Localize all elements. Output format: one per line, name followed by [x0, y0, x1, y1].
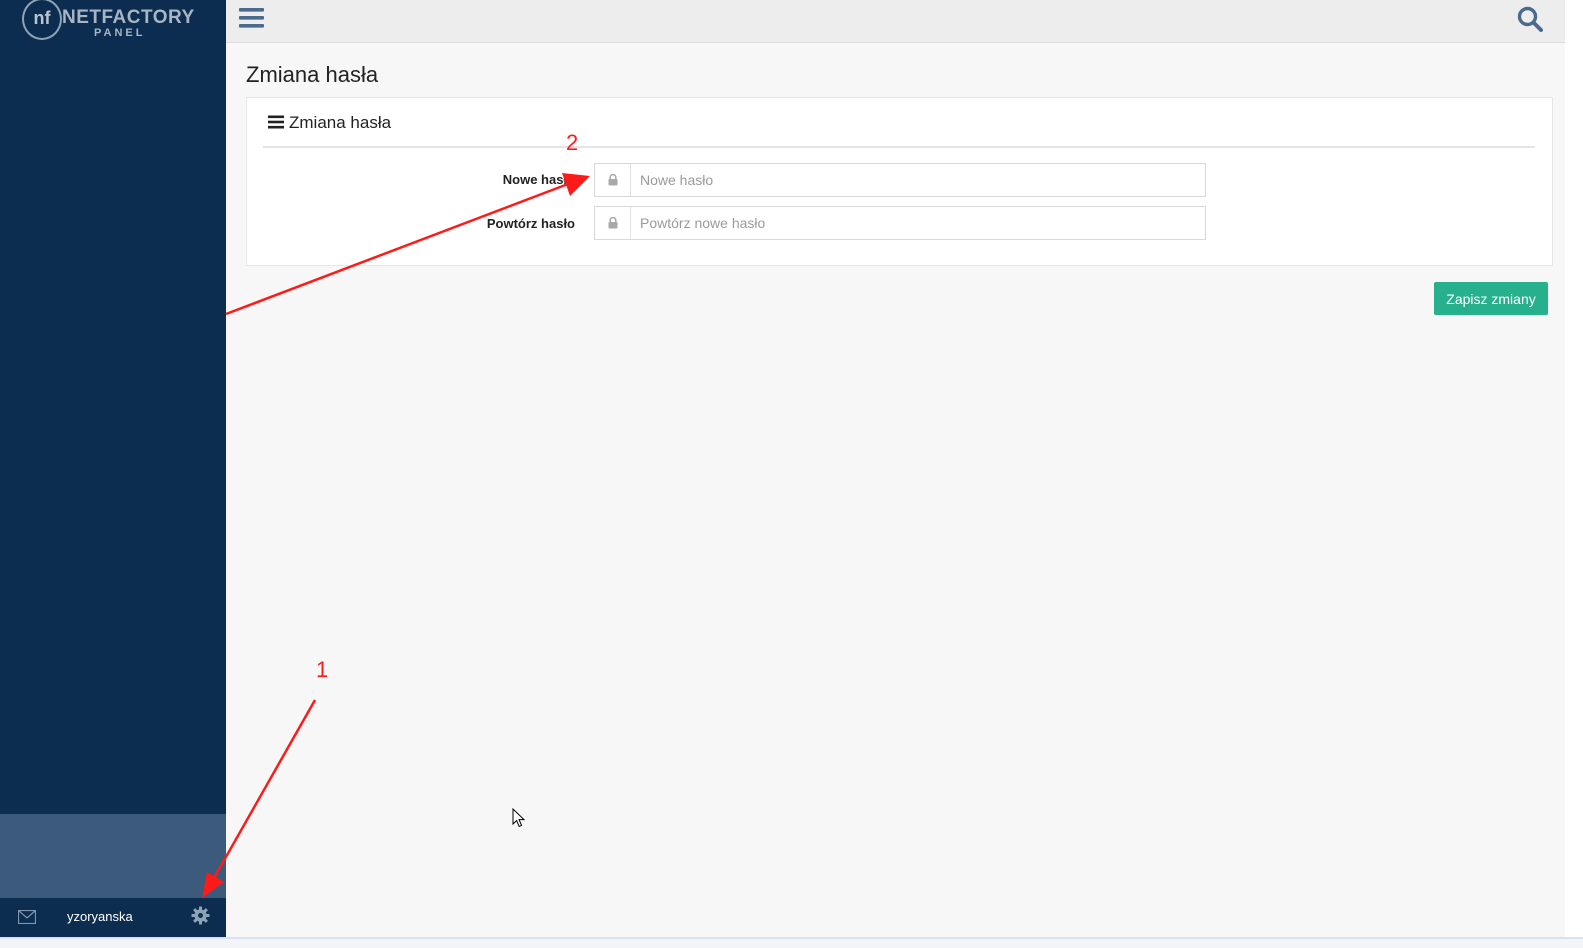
top-bar: [226, 0, 1568, 43]
mail-icon[interactable]: [18, 910, 36, 924]
sidebar-user-panel: [0, 814, 226, 898]
repeat-password-field[interactable]: [594, 206, 1206, 240]
lock-icon: [595, 164, 631, 196]
panel-heading: Zmiana hasła: [268, 113, 391, 133]
annotation-number-2: 2: [566, 130, 579, 155]
window-bottom-edge: [0, 937, 1583, 948]
username[interactable]: yzoryanska: [67, 909, 133, 924]
gear-icon[interactable]: [191, 906, 210, 925]
window-edge: [1565, 0, 1583, 948]
save-button[interactable]: Zapisz zmiany: [1434, 282, 1548, 315]
logo-title: NETFACTORY: [62, 7, 195, 28]
lock-icon: [595, 207, 631, 239]
new-password-input[interactable]: [632, 164, 1202, 196]
list-icon: [268, 115, 284, 129]
logo-subtitle: PANEL: [94, 27, 146, 39]
mouse-cursor-icon: [512, 808, 526, 828]
new-password-field[interactable]: [594, 163, 1206, 197]
netfactory-logo[interactable]: nf NETFACTORY PANEL: [22, 0, 212, 42]
user-bar: yzoryanska: [0, 898, 226, 937]
logo-mark: nf: [22, 0, 62, 40]
sidebar: nf NETFACTORY PANEL yzoryanska: [0, 0, 226, 937]
repeat-password-input[interactable]: [632, 207, 1202, 239]
page-title: Zmiana hasła: [246, 62, 379, 87]
password-change-panel: Zmiana hasła Nowe hasło Powtórz hasło: [246, 97, 1553, 266]
panel-divider: [263, 146, 1535, 148]
annotation-number-1: 1: [316, 657, 329, 682]
panel-heading-text: Zmiana hasła: [289, 113, 392, 132]
repeat-password-label: Powtórz hasło: [486, 216, 575, 231]
search-icon[interactable]: [1517, 6, 1543, 32]
menu-icon[interactable]: [239, 7, 264, 29]
new-password-label: Nowe hasło: [502, 172, 575, 187]
